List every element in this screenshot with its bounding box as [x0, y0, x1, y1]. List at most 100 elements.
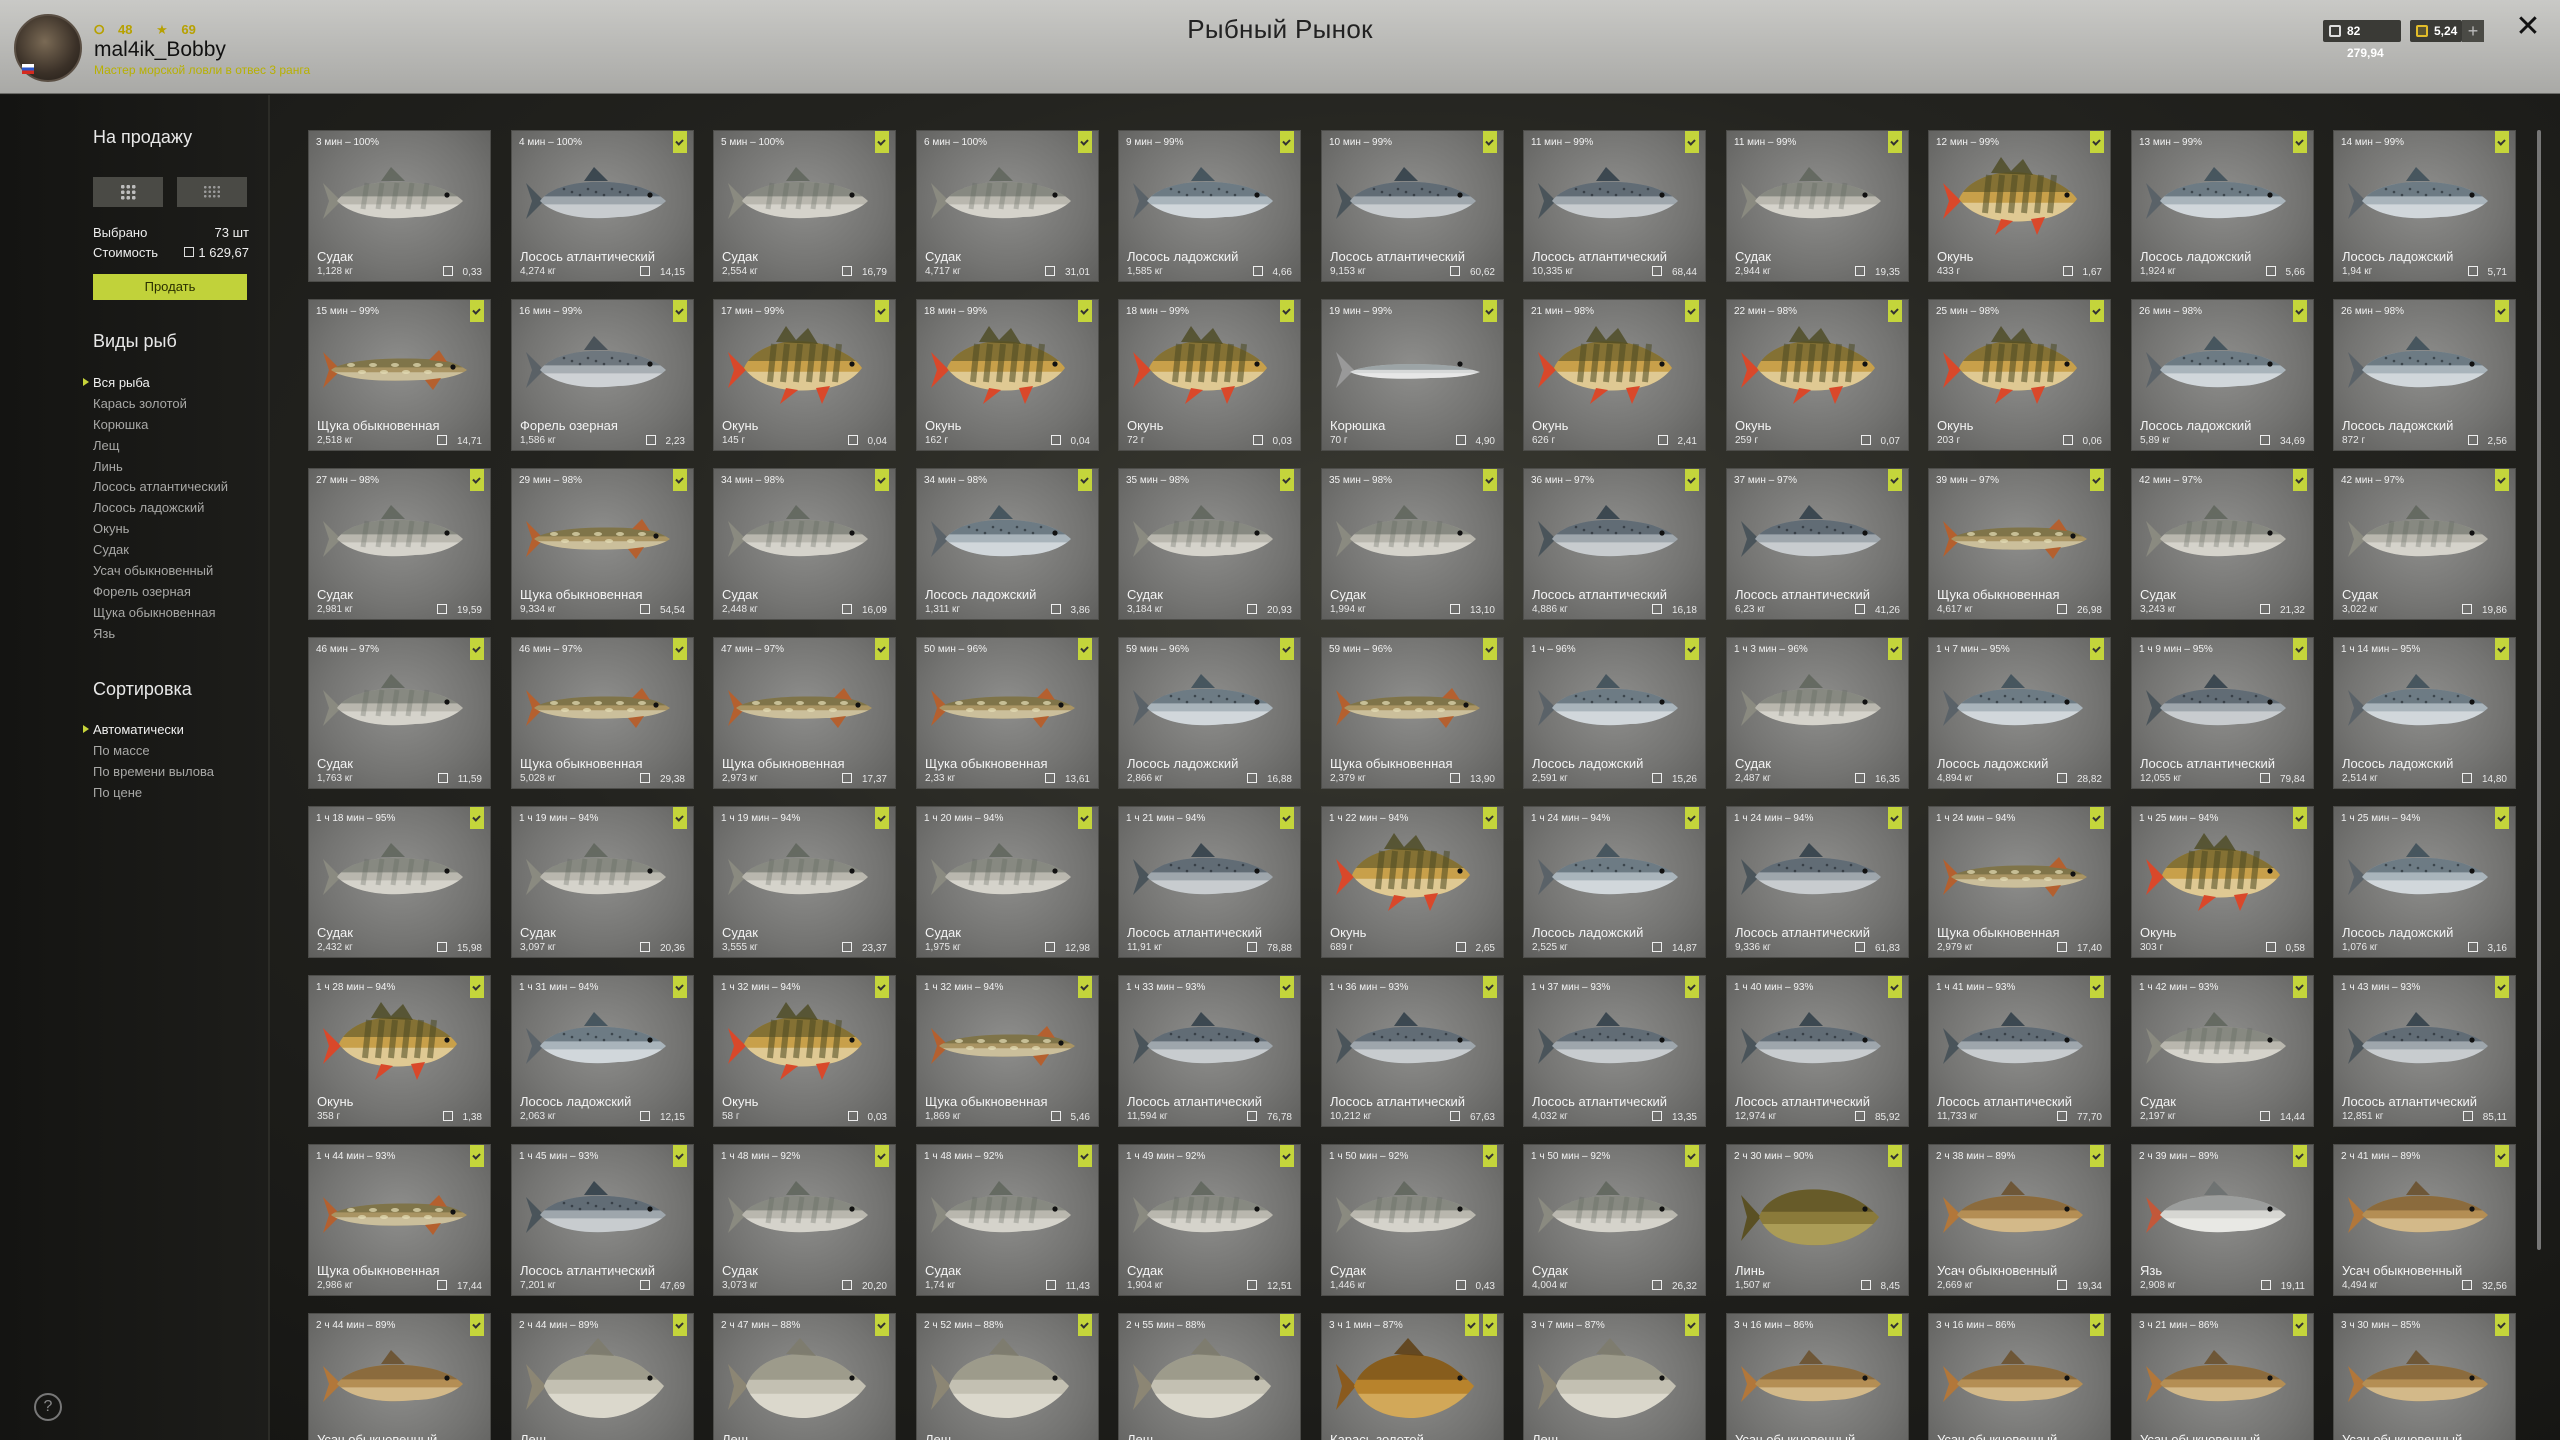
fish-card[interactable]: 2 ч 39 мин – 89% Язь 2,908 кг 19,11 — [2131, 1144, 2314, 1296]
selected-checkmark-icon[interactable] — [1078, 1314, 1092, 1336]
selected-checkmark-icon[interactable] — [1685, 300, 1699, 322]
fish-card[interactable]: 1 ч 40 мин – 93% Лосось атлантический 12,9… — [1726, 975, 1909, 1127]
fish-card[interactable]: 35 мин – 98% Судак 3,184 кг 20,93 — [1118, 468, 1301, 620]
selected-checkmark-icon[interactable] — [1280, 469, 1294, 491]
fish-card[interactable]: 1 ч 24 мин – 94% Лосось атлантический 9,33… — [1726, 806, 1909, 958]
selected-checkmark-icon[interactable] — [1483, 638, 1497, 660]
fish-card[interactable]: 39 мин – 97% Щука обыкновенная 4,617 кг 26,… — [1928, 468, 2111, 620]
selected-checkmark-icon[interactable] — [2495, 1314, 2509, 1336]
fish-card[interactable]: 1 ч 25 мин – 94% Окунь 303 г 0,58 — [2131, 806, 2314, 958]
fish-card[interactable]: 1 ч 24 мин – 94% Щука обыкновенная 2,979 к… — [1928, 806, 2111, 958]
selected-checkmark-icon[interactable] — [1078, 807, 1092, 829]
fish-card[interactable]: 2 ч 52 мин – 88% Лещ — [916, 1313, 1099, 1440]
selected-checkmark-icon[interactable] — [1483, 1145, 1497, 1167]
fish-card[interactable]: 1 ч 48 мин – 92% Судак 1,74 кг 11,43 — [916, 1144, 1099, 1296]
selected-checkmark-icon[interactable] — [673, 131, 687, 153]
selected-checkmark-icon[interactable] — [1078, 469, 1092, 491]
fish-card[interactable]: 1 ч 31 мин – 94% Лосось ладожский 2,063 кг… — [511, 975, 694, 1127]
fish-card[interactable]: 5 мин – 100% Судак 2,554 кг 16,79 — [713, 130, 896, 282]
fish-card[interactable]: 11 мин – 99% Лосось атлантический 10,335 к… — [1523, 130, 1706, 282]
species-filter-item[interactable]: Язь — [93, 623, 253, 644]
fish-card[interactable]: 1 ч 20 мин – 94% Судак 1,975 кг 12,98 — [916, 806, 1099, 958]
selected-checkmark-icon[interactable] — [2090, 1314, 2104, 1336]
fish-card[interactable]: 2 ч 47 мин – 88% Лещ — [713, 1313, 896, 1440]
selected-checkmark-icon[interactable] — [1280, 976, 1294, 998]
fish-card[interactable]: 3 ч 30 мин – 85% Усач обыкновенный — [2333, 1313, 2516, 1440]
fish-card[interactable]: 1 ч 3 мин – 96% Судак 2,487 кг 16,35 — [1726, 637, 1909, 789]
selected-checkmark-icon[interactable] — [1483, 131, 1497, 153]
selected-checkmark-icon[interactable] — [673, 1314, 687, 1336]
selected-checkmark-icon[interactable] — [1888, 469, 1902, 491]
selected-checkmark-icon[interactable] — [1078, 131, 1092, 153]
selected-checkmark-icon[interactable] — [875, 976, 889, 998]
fish-card[interactable]: 3 мин – 100% Судак 1,128 кг 0,33 — [308, 130, 491, 282]
fish-card[interactable]: 1 ч 48 мин – 92% Судак 3,073 кг 20,20 — [713, 1144, 896, 1296]
selected-checkmark-icon[interactable] — [470, 807, 484, 829]
selected-checkmark-icon[interactable] — [2293, 638, 2307, 660]
fish-card[interactable]: 46 мин – 97% Судак 1,763 кг 11,59 — [308, 637, 491, 789]
selected-checkmark-icon[interactable] — [470, 976, 484, 998]
selected-checkmark-icon[interactable] — [1078, 638, 1092, 660]
help-button[interactable]: ? — [34, 1393, 62, 1421]
selected-checkmark-icon[interactable] — [1888, 1314, 1902, 1336]
fish-card[interactable]: 2 ч 44 мин – 89% Лещ — [511, 1313, 694, 1440]
selected-checkmark-icon[interactable] — [2090, 300, 2104, 322]
fish-card[interactable]: 46 мин – 97% Щука обыкновенная 5,028 кг 29,… — [511, 637, 694, 789]
sell-button[interactable]: Продать — [93, 274, 247, 300]
fish-card[interactable]: 27 мин – 98% Судак 2,981 кг 19,59 — [308, 468, 491, 620]
fish-card[interactable]: 15 мин – 99% Щука обыкновенная 2,518 кг 14,… — [308, 299, 491, 451]
selected-checkmark-icon[interactable] — [2090, 1145, 2104, 1167]
fish-card[interactable]: 1 ч 50 мин – 92% Судак 4,004 кг 26,32 — [1523, 1144, 1706, 1296]
fish-card[interactable]: 2 ч 30 мин – 90% Линь 1,507 кг 8,45 — [1726, 1144, 1909, 1296]
sort-option-item[interactable]: По массе — [93, 740, 253, 761]
selected-checkmark-icon[interactable] — [875, 1314, 889, 1336]
selected-checkmark-icon[interactable] — [1685, 807, 1699, 829]
fish-card[interactable]: 1 ч 49 мин – 92% Судак 1,904 кг 12,51 — [1118, 1144, 1301, 1296]
fish-card[interactable]: 19 мин – 99% Корюшка 70 г 4,90 — [1321, 299, 1504, 451]
fish-card[interactable]: 3 ч 7 мин – 87% Лещ — [1523, 1313, 1706, 1440]
fish-card[interactable]: 18 мин – 99% Окунь 162 г 0,04 — [916, 299, 1099, 451]
species-filter-item[interactable]: Форель озерная — [93, 581, 253, 602]
selected-checkmark-icon[interactable] — [2495, 976, 2509, 998]
sort-option-item[interactable]: По цене — [93, 782, 253, 803]
fish-card[interactable]: 10 мин – 99% Лосось атлантический 9,153 кг… — [1321, 130, 1504, 282]
selected-checkmark-icon[interactable] — [1280, 300, 1294, 322]
selected-checkmark-icon[interactable] — [2293, 469, 2307, 491]
fish-card[interactable]: 1 ч 25 мин – 94% Лосось ладожский 1,076 кг… — [2333, 806, 2516, 958]
selected-checkmark-icon[interactable] — [1483, 300, 1497, 322]
fish-card[interactable]: 50 мин – 96% Щука обыкновенная 2,33 кг 13,6… — [916, 637, 1099, 789]
fish-card[interactable]: 34 мин – 98% Лосось ладожский 1,311 кг 3,86 — [916, 468, 1099, 620]
fish-card[interactable]: 2 ч 44 мин – 89% Усач обыкновенный — [308, 1313, 491, 1440]
selected-checkmark-icon[interactable] — [1685, 976, 1699, 998]
fish-card[interactable]: 3 ч 16 мин – 86% Усач обыкновенный — [1928, 1313, 2111, 1440]
selected-checkmark-icon[interactable] — [2293, 807, 2307, 829]
selected-checkmark-icon[interactable] — [875, 1145, 889, 1167]
selected-checkmark-icon[interactable] — [1483, 1314, 1497, 1336]
selected-checkmark-icon[interactable] — [875, 638, 889, 660]
fish-card[interactable]: 25 мин – 98% Окунь 203 г 0,06 — [1928, 299, 2111, 451]
fish-card[interactable]: 1 ч 44 мин – 93% Щука обыкновенная 2,986 к… — [308, 1144, 491, 1296]
fish-card[interactable]: 4 мин – 100% Лосось атлантический 4,274 кг… — [511, 130, 694, 282]
fish-card[interactable]: 16 мин – 99% Форель озерная 1,586 кг 2,23 — [511, 299, 694, 451]
fish-card[interactable]: 1 ч 50 мин – 92% Судак 1,446 кг 0,43 — [1321, 1144, 1504, 1296]
close-button[interactable]: ✕ — [2513, 12, 2543, 42]
fish-card[interactable]: 3 ч 21 мин – 86% Усач обыкновенный — [2131, 1313, 2314, 1440]
selected-checkmark-icon[interactable] — [2495, 300, 2509, 322]
fish-card[interactable]: 37 мин – 97% Лосось атлантический 6,23 кг 4… — [1726, 468, 1909, 620]
selected-checkmark-icon[interactable] — [470, 1145, 484, 1167]
fish-card[interactable]: 3 ч 16 мин – 86% Усач обыкновенный — [1726, 1313, 1909, 1440]
selected-checkmark-icon[interactable] — [2495, 131, 2509, 153]
species-filter-item[interactable]: Судак — [93, 539, 253, 560]
selected-checkmark-icon[interactable] — [2090, 638, 2104, 660]
selected-checkmark-icon[interactable] — [2495, 469, 2509, 491]
selected-checkmark-icon[interactable] — [470, 469, 484, 491]
selected-checkmark-icon[interactable] — [1888, 1145, 1902, 1167]
selected-checkmark-icon[interactable] — [2293, 300, 2307, 322]
species-filter-item[interactable]: Линь — [93, 456, 253, 477]
fish-card[interactable]: 1 ч 9 мин – 95% Лосось атлантический 12,05… — [2131, 637, 2314, 789]
selected-checkmark-icon[interactable] — [1685, 638, 1699, 660]
fish-card[interactable]: 1 ч 32 мин – 94% Щука обыкновенная 1,869 к… — [916, 975, 1099, 1127]
species-filter-item[interactable]: Вся рыба — [83, 372, 253, 393]
selected-checkmark-icon[interactable] — [673, 638, 687, 660]
fish-card[interactable]: 42 мин – 97% Судак 3,243 кг 21,32 — [2131, 468, 2314, 620]
